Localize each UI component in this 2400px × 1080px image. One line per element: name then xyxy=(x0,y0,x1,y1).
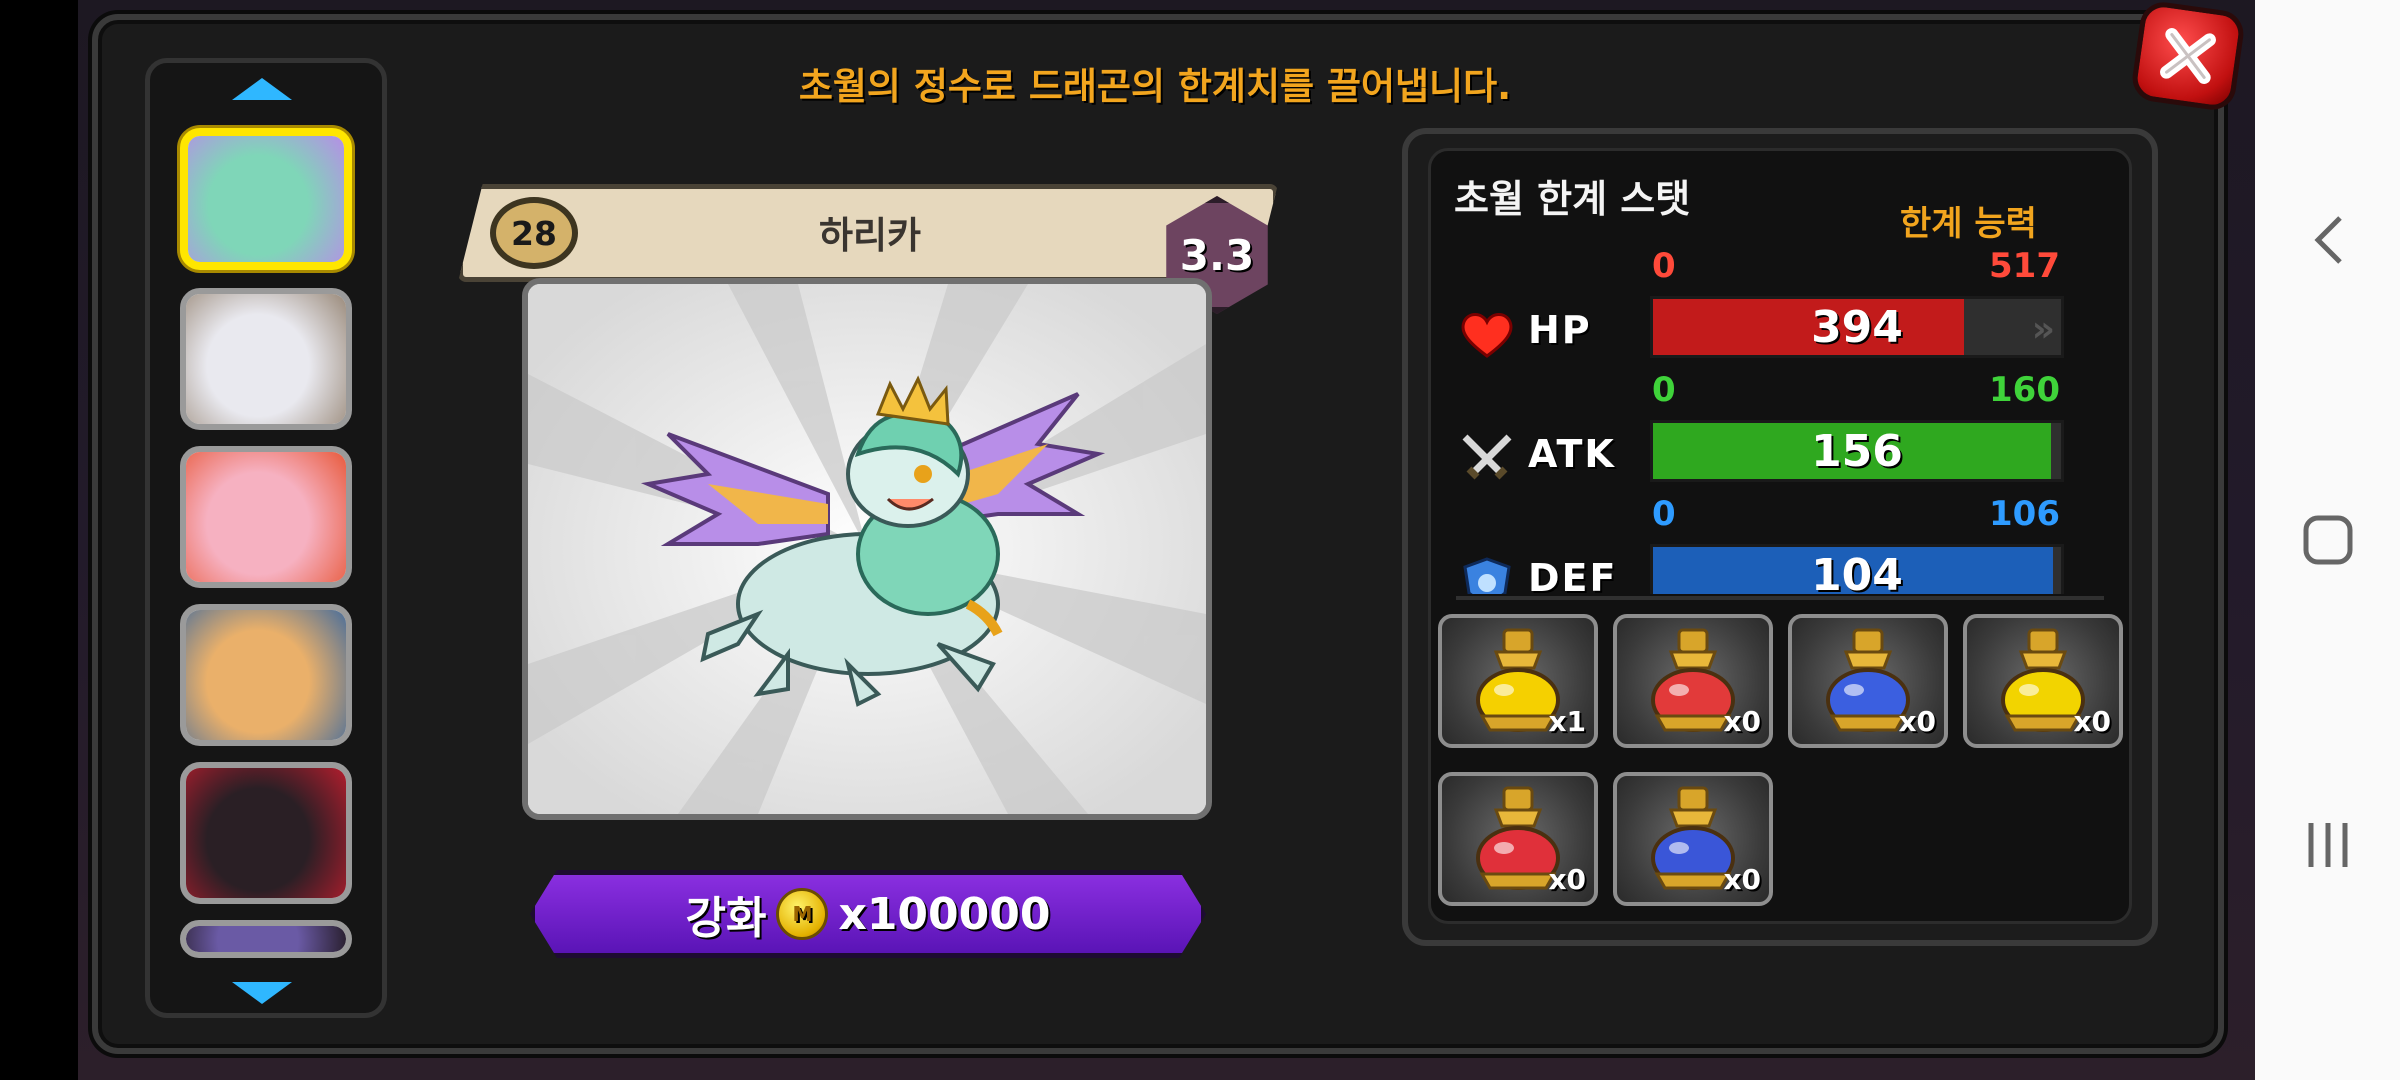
game-screen: 초월의 정수로 드래곤의 한계치를 끌어냅니다. 28 하리카 3.3 강화 M… xyxy=(0,0,2400,1080)
item-quantity: x0 xyxy=(1548,863,1586,896)
nav-home-button[interactable] xyxy=(2255,480,2400,600)
item-quantity: x0 xyxy=(1723,863,1761,896)
enhance-label: 강화 xyxy=(685,893,767,944)
crossed-swords-icon xyxy=(1456,428,1518,490)
dragon-name: 하리카 xyxy=(818,214,922,257)
large-blue-potion-item[interactable]: x0 xyxy=(1613,772,1773,906)
red-potion-item[interactable]: x0 xyxy=(1613,614,1773,748)
coin-icon: M xyxy=(776,888,829,940)
stat-bar: » 394 xyxy=(1650,296,2064,358)
limit-ability-label: 한계 능력 xyxy=(1900,204,2037,244)
scroll-up-arrow-icon[interactable] xyxy=(232,78,292,100)
back-icon xyxy=(2313,216,2342,264)
dragon-thumb-green-crowned[interactable] xyxy=(180,128,352,270)
gold-potion-item[interactable]: x1 xyxy=(1438,614,1598,748)
stats-divider xyxy=(1456,596,2104,600)
stat-max: 160 xyxy=(1989,370,2060,410)
close-icon xyxy=(2160,28,2216,84)
stats-title: 초월 한계 스탯 xyxy=(1454,177,1691,221)
scroll-down-arrow-icon[interactable] xyxy=(232,982,292,1004)
coin-symbol: M xyxy=(792,902,813,926)
recents-icon xyxy=(2308,823,2347,867)
large-red-potion-item[interactable]: x0 xyxy=(1438,772,1598,906)
stat-bar: 104 xyxy=(1650,544,2064,594)
nav-recents-button[interactable] xyxy=(2255,785,2400,905)
close-button[interactable] xyxy=(2129,0,2247,113)
stat-label: DEF xyxy=(1528,556,1618,594)
dragon-thumb-dark-red[interactable] xyxy=(180,762,352,904)
item-quantity: x1 xyxy=(1548,705,1586,738)
stat-label: ATK xyxy=(1528,432,1616,476)
stat-row-def: 0 106 DEF 104 xyxy=(1456,494,2066,594)
dragon-thumb-white-horned[interactable] xyxy=(180,288,352,430)
stat-max: 106 xyxy=(1989,494,2060,534)
stat-max: 517 xyxy=(1989,246,2060,286)
dragon-thumb-partial[interactable] xyxy=(180,920,352,958)
dragon-thumb-art xyxy=(186,768,346,898)
screen-edge xyxy=(0,0,78,1080)
blue-potion-item[interactable]: x0 xyxy=(1788,614,1948,748)
stat-value: 156 xyxy=(1811,425,1903,477)
large-gold-potion-item[interactable]: x0 xyxy=(1963,614,2123,748)
item-quantity: x0 xyxy=(1723,705,1761,738)
dragon-portrait xyxy=(522,278,1212,820)
stat-value: 104 xyxy=(1811,549,1903,595)
panel-description: 초월의 정수로 드래곤의 한계치를 끌어냅니다. xyxy=(798,65,1512,108)
stat-min: 0 xyxy=(1652,246,1676,286)
home-icon xyxy=(2303,515,2352,565)
dragon-thumb-art xyxy=(186,452,346,582)
dragon-thumb-orange-furry[interactable] xyxy=(180,604,352,746)
dragon-level-badge: 28 xyxy=(490,197,578,269)
nav-back-button[interactable] xyxy=(2255,180,2400,300)
stat-min: 0 xyxy=(1652,370,1676,410)
dragon-thumb-art xyxy=(186,294,346,424)
stat-label: HP xyxy=(1528,308,1592,352)
system-nav-bar xyxy=(2255,0,2400,1080)
dragon-thumb-art xyxy=(186,926,346,952)
dragon-thumb-pink-fairy[interactable] xyxy=(180,446,352,588)
item-quantity: x0 xyxy=(1898,705,1936,738)
dragon-thumb-art xyxy=(186,610,346,740)
stat-bar: 156 xyxy=(1650,420,2064,482)
shield-icon xyxy=(1456,552,1518,594)
enhance-button[interactable]: 강화 M x100000 xyxy=(530,870,1206,958)
enhance-cost: x100000 xyxy=(838,888,1051,940)
dragon-illustration xyxy=(528,284,1206,814)
stat-min: 0 xyxy=(1652,494,1676,534)
heart-icon xyxy=(1456,304,1518,366)
dragon-thumb-art xyxy=(188,136,344,262)
stat-value: 394 xyxy=(1811,301,1903,353)
item-quantity: x0 xyxy=(2073,705,2111,738)
